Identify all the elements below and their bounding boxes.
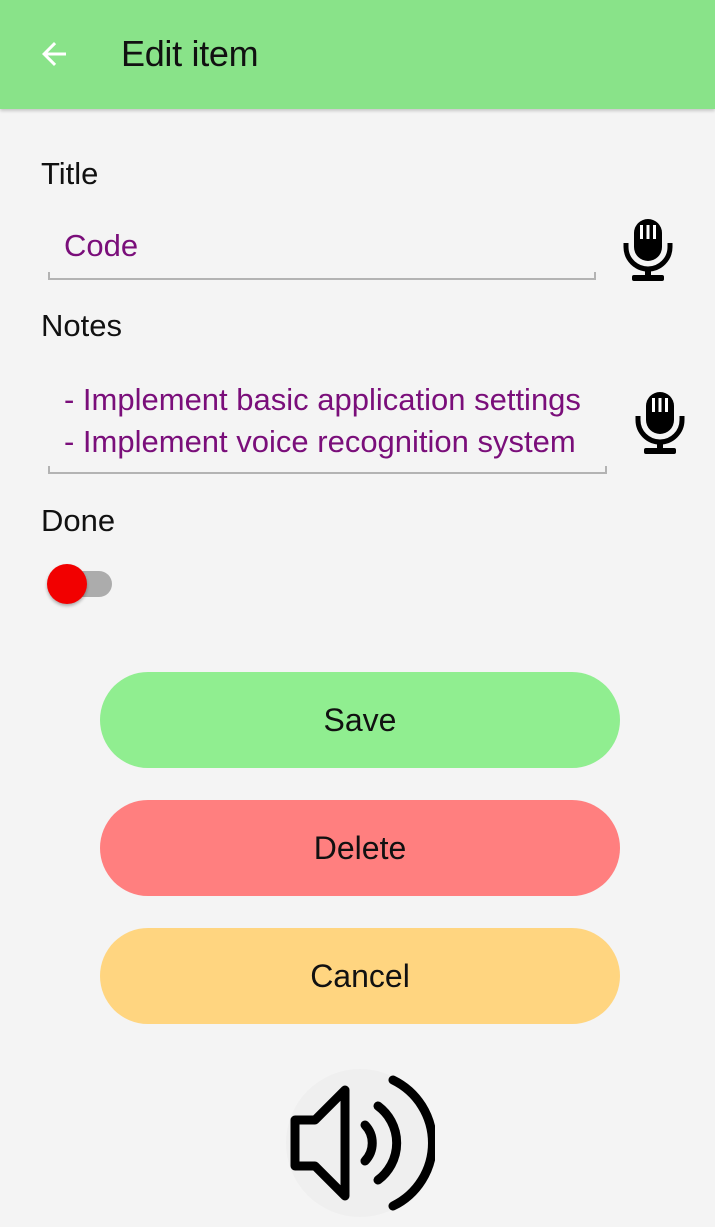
done-label: Done: [41, 503, 116, 538]
delete-button[interactable]: Delete: [100, 800, 620, 896]
save-button[interactable]: Save: [100, 672, 620, 768]
back-button[interactable]: [30, 30, 78, 78]
notes-line-1: - Implement basic application settings: [64, 382, 581, 417]
speaker-icon: [286, 1069, 437, 1217]
title-mic-button[interactable]: [620, 217, 676, 288]
arrow-left-icon: [42, 42, 66, 66]
notes-label: Notes: [41, 308, 122, 343]
microphone-icon: [623, 219, 673, 281]
done-toggle[interactable]: [46, 563, 114, 605]
title-label: Title: [41, 156, 99, 191]
speak-button[interactable]: [285, 1068, 437, 1218]
title-value: Code: [64, 228, 139, 263]
notes-mic-button[interactable]: [632, 390, 688, 461]
toggle-thumb: [47, 564, 87, 604]
notes-line-2: - Implement voice recognition system: [64, 424, 576, 459]
page-title: Edit item: [121, 33, 259, 74]
notes-field[interactable]: - Implement basic application settings -…: [48, 378, 607, 474]
microphone-icon: [635, 392, 685, 454]
cancel-button[interactable]: Cancel: [100, 928, 620, 1024]
app-bar: Edit item: [0, 0, 715, 109]
title-field[interactable]: Code: [48, 220, 596, 280]
